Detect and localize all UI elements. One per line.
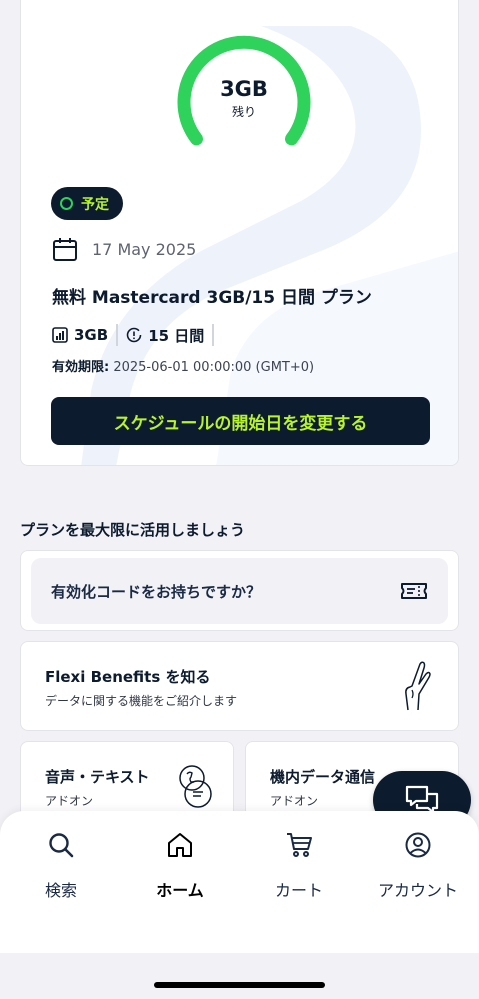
nav-home[interactable]: ホーム xyxy=(120,831,240,905)
status-badge-label: 予定 xyxy=(81,196,109,213)
plan-expiry: 有効期限: 2025-06-01 00:00:00 (GMT+0) xyxy=(52,356,314,375)
spec-duration: 15 日間 xyxy=(126,325,204,346)
plan-specs: 3GB 15 日間 xyxy=(52,324,222,346)
flexi-benefits-card[interactable]: Flexi Benefits を知る データに関する機能をご紹介します xyxy=(20,641,459,731)
plan-card: 3GB 残り 予定 17 May 2025 無料 Mastercard 3GB/… xyxy=(20,0,459,466)
spec-duration-value: 15 日間 xyxy=(148,326,205,345)
spec-divider xyxy=(116,324,119,346)
nav-label: アカウント xyxy=(377,881,458,900)
addon-title: 音声・テキスト xyxy=(45,768,150,786)
change-start-date-button[interactable]: スケジュールの開始日を変更する xyxy=(51,397,430,445)
cart-icon xyxy=(287,833,312,857)
activation-code-card[interactable]: 有効化コードをお持ちですか？ xyxy=(20,550,459,631)
data-chart-icon xyxy=(52,327,68,343)
nav-label: ホーム xyxy=(156,881,204,900)
nav-search[interactable]: 検索 xyxy=(1,831,121,905)
home-icon xyxy=(168,833,192,857)
benefits-title: Flexi Benefits を知る xyxy=(45,668,211,686)
nav-cart[interactable]: カート xyxy=(239,831,359,905)
search-icon xyxy=(49,833,74,858)
benefits-hand-icon xyxy=(405,661,431,711)
nav-label: カート xyxy=(274,881,323,900)
benefits-subtitle: データに関する機能をご紹介します xyxy=(45,694,238,708)
activation-code-row[interactable]: 有効化コードをお持ちですか？ xyxy=(31,558,448,624)
status-dot-icon xyxy=(60,197,73,210)
nav-account[interactable]: アカウント xyxy=(358,831,478,905)
account-icon xyxy=(405,832,431,858)
bottom-nav: 検索 ホーム カート アカウント xyxy=(0,811,479,999)
plan-name: 無料 Mastercard 3GB/15 日間 プラン xyxy=(52,288,372,308)
plan-date-row: 17 May 2025 xyxy=(52,236,196,262)
calendar-icon xyxy=(53,238,77,261)
timer-icon xyxy=(126,327,142,343)
plan-start-date: 17 May 2025 xyxy=(92,239,197,259)
nav-label: 検索 xyxy=(44,881,77,900)
spec-divider xyxy=(212,324,215,346)
data-remaining-value: 3GB xyxy=(220,77,268,101)
home-indicator xyxy=(154,982,325,988)
status-badge: 予定 xyxy=(51,187,123,220)
expiry-value: 2025-06-01 00:00:00 (GMT+0) xyxy=(113,360,315,375)
section-title: プランを最大限に活用しましょう xyxy=(20,521,246,539)
addon-subtitle: アドオン xyxy=(45,794,94,808)
activation-code-label: 有効化コードをお持ちですか？ xyxy=(51,582,262,601)
spec-data: 3GB xyxy=(52,326,108,344)
ticket-icon xyxy=(401,583,427,599)
voice-bubble-icon xyxy=(179,765,212,808)
spec-data-value: 3GB xyxy=(74,326,109,344)
expiry-label: 有効期限: xyxy=(52,360,110,375)
nav-bottom-strip xyxy=(0,953,479,999)
addon-subtitle: アドオン xyxy=(270,794,319,808)
addon-title: 機内データ通信 xyxy=(270,768,376,786)
data-remaining-label: 残り xyxy=(231,105,256,119)
